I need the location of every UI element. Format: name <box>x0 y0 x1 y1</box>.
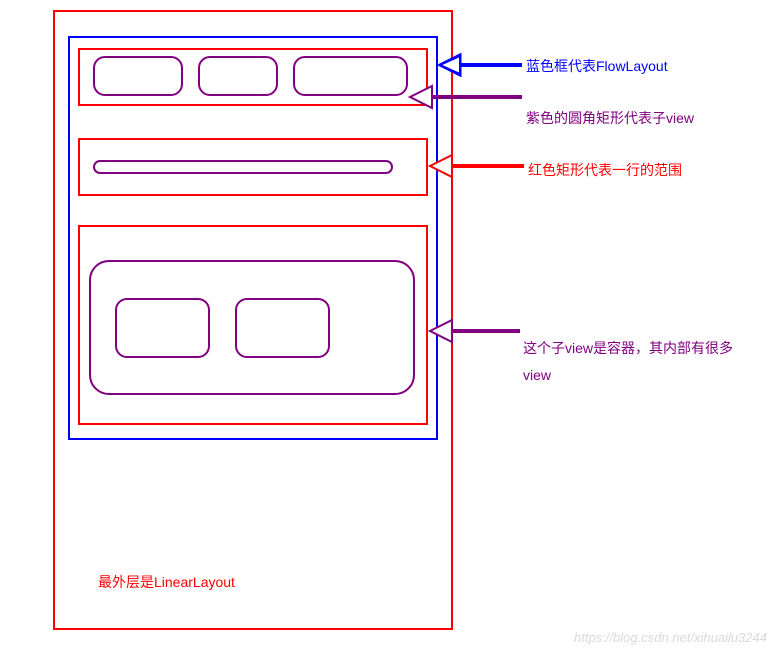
arrow-container-child <box>428 317 522 345</box>
child-view-container-inner-1 <box>115 298 210 358</box>
child-view-1 <box>93 56 183 96</box>
arrow-childview <box>408 82 524 112</box>
annotation-flowlayout: 蓝色框代表FlowLayout <box>526 56 668 76</box>
annotation-container-child: 这个子view是容器，其内部有很多view <box>523 335 743 388</box>
child-view-2 <box>198 56 278 96</box>
annotation-childview: 紫色的圆角矩形代表子view <box>526 108 694 128</box>
diagram-canvas: 蓝色框代表FlowLayout 紫色的圆角矩形代表子view 红色矩形代表一行的… <box>0 0 777 657</box>
watermark-text: https://blog.csdn.net/xihuailu3244 <box>574 630 767 645</box>
child-view-container-inner-2 <box>235 298 330 358</box>
child-view-4 <box>93 160 393 174</box>
annotation-row: 红色矩形代表一行的范围 <box>528 160 682 180</box>
arrow-row <box>428 152 526 180</box>
arrow-flowlayout <box>438 52 524 78</box>
annotation-outer-layout: 最外层是LinearLayout <box>98 572 235 592</box>
child-view-3 <box>293 56 408 96</box>
